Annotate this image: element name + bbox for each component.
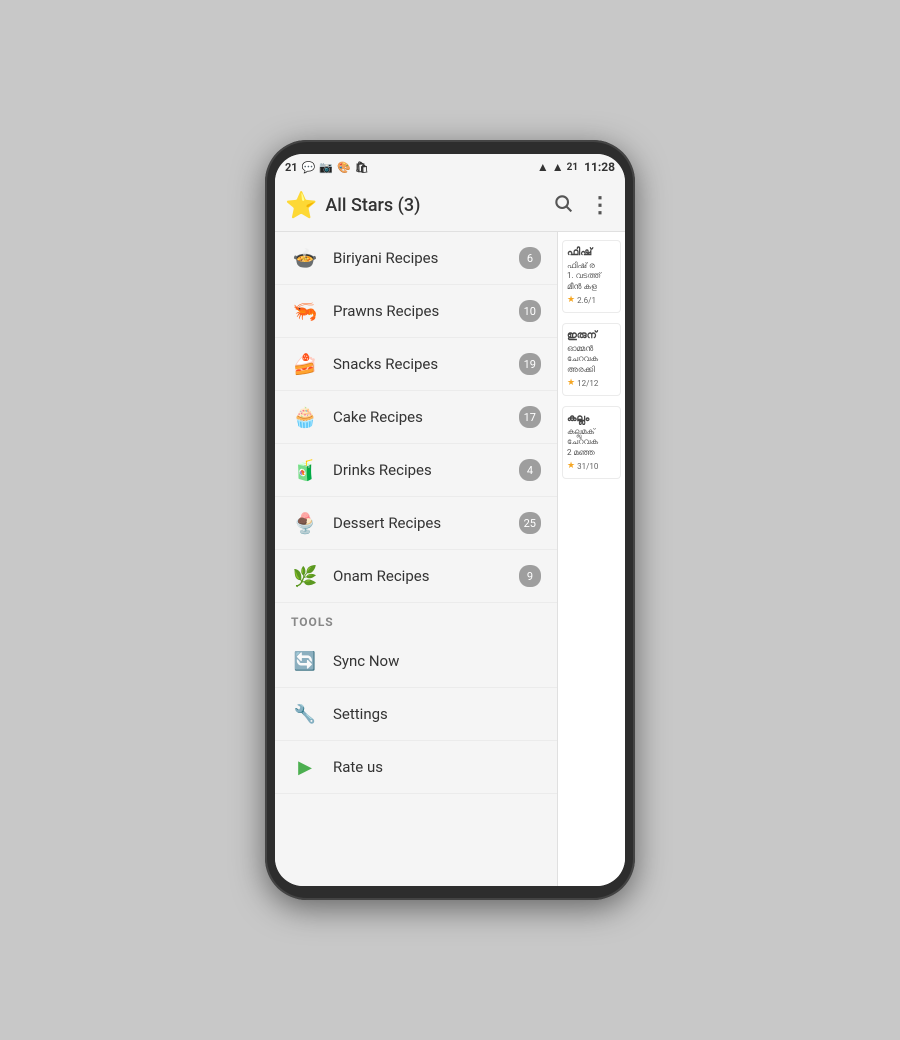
menu-item-settings[interactable]: 🔧 Settings	[275, 688, 557, 741]
drinks-icon: 🧃	[291, 456, 319, 484]
menu-item-sync[interactable]: 🔄 Sync Now	[275, 635, 557, 688]
cake-icon: 🧁	[291, 403, 319, 431]
app-bar: ⭐ All Stars (3) ⋮	[275, 180, 625, 232]
phone-device: 21 💬 📷 🎨 🛍 ▲ ▲ 21 11:28 ⭐ All Stars (3)	[265, 140, 635, 900]
side-card-2-text: ഓമ്മൻചേറവകഅരക്കി	[567, 344, 616, 375]
play-icon: ▶	[291, 753, 319, 781]
star-rating-icon-2: ★	[567, 378, 575, 390]
side-card-1-text: ഫിഷ് ര1. വടത്ത്മീൻ കള	[567, 261, 616, 292]
menu-item-prawns[interactable]: 🦐 Prawns Recipes 10	[275, 285, 557, 338]
side-card-2-rating: ★ 12/12	[567, 378, 616, 390]
rating-value-2: 12/12	[577, 379, 598, 389]
menu-item-snacks[interactable]: 🍰 Snacks Recipes 19	[275, 338, 557, 391]
drinks-badge: 4	[519, 459, 541, 481]
prawns-icon: 🦐	[291, 297, 319, 325]
star-rating-icon-3: ★	[567, 461, 575, 473]
snacks-label: Snacks Recipes	[333, 355, 519, 373]
settings-label: Settings	[333, 705, 541, 723]
cake-label: Cake Recipes	[333, 408, 519, 426]
drinks-label: Drinks Recipes	[333, 461, 519, 479]
whatsapp-icon: 💬	[302, 161, 316, 174]
cake-badge: 17	[519, 406, 541, 428]
wifi-icon: ▲	[537, 160, 549, 174]
app-bar-title: All Stars (3)	[325, 195, 541, 216]
dessert-icon: 🍨	[291, 509, 319, 537]
screenshot-icon: 📷	[319, 161, 333, 174]
status-right-icons: ▲ ▲ 21 11:28	[537, 160, 615, 174]
menu-item-dessert[interactable]: 🍨 Dessert Recipes 25	[275, 497, 557, 550]
onam-icon: 🌿	[291, 562, 319, 590]
paint-icon: 🎨	[337, 161, 351, 174]
status-bar: 21 💬 📷 🎨 🛍 ▲ ▲ 21 11:28	[275, 154, 625, 180]
prawns-label: Prawns Recipes	[333, 302, 519, 320]
menu-item-cake[interactable]: 🧁 Cake Recipes 17	[275, 391, 557, 444]
tools-header: TOOLS	[275, 603, 557, 635]
biriyani-label: Biriyani Recipes	[333, 249, 519, 267]
biriyani-icon: 🍲	[291, 244, 319, 272]
menu-item-rate[interactable]: ▶ Rate us	[275, 741, 557, 794]
rating-value-3: 31/10	[577, 462, 598, 472]
side-card-2[interactable]: ഇരുന് ഓമ്മൻചേറവകഅരക്കി ★ 12/12	[562, 323, 621, 396]
menu-item-onam[interactable]: 🌿 Onam Recipes 9	[275, 550, 557, 603]
side-card-3-text: കല്ലുമക്ചേറവക2 മഞ്ഞ	[567, 427, 616, 458]
side-card-1[interactable]: ഫിഷ് ഫിഷ് ര1. വടത്ത്മീൻ കള ★ 2.6/1	[562, 240, 621, 313]
menu-item-drinks[interactable]: 🧃 Drinks Recipes 4	[275, 444, 557, 497]
sync-label: Sync Now	[333, 652, 541, 670]
battery-num: 21	[567, 162, 578, 173]
more-options-button[interactable]: ⋮	[585, 191, 615, 221]
rating-value: 2.6/1	[577, 296, 596, 306]
notification-count: 21	[285, 161, 298, 174]
status-left-icons: 21 💬 📷 🎨 🛍	[285, 161, 369, 174]
phone-screen: 21 💬 📷 🎨 🛍 ▲ ▲ 21 11:28 ⭐ All Stars (3)	[275, 154, 625, 886]
sync-icon: 🔄	[291, 647, 319, 675]
dessert-badge: 25	[519, 512, 541, 534]
star-rating-icon: ★	[567, 295, 575, 307]
star-icon: ⭐	[285, 191, 317, 221]
side-card-1-rating: ★ 2.6/1	[567, 295, 616, 307]
side-card-1-title: ഫിഷ്	[567, 246, 616, 259]
signal-icon: ▲	[552, 160, 564, 174]
side-card-3[interactable]: കല്ലും കല്ലുമക്ചേറവക2 മഞ്ഞ ★ 31/10	[562, 406, 621, 479]
snacks-badge: 19	[519, 353, 541, 375]
menu-item-biriyani[interactable]: 🍲 Biriyani Recipes 6	[275, 232, 557, 285]
side-card-3-title: കല്ലും	[567, 412, 616, 425]
snacks-icon: 🍰	[291, 350, 319, 378]
clock: 11:28	[584, 160, 615, 174]
side-card-3-rating: ★ 31/10	[567, 461, 616, 473]
side-panel: ഫിഷ് ഫിഷ് ര1. വടത്ത്മീൻ കള ★ 2.6/1 ഇരുന്…	[557, 232, 625, 886]
content-area: 🍲 Biriyani Recipes 6 🦐 Prawns Recipes 10…	[275, 232, 625, 886]
dessert-label: Dessert Recipes	[333, 514, 519, 532]
settings-icon: 🔧	[291, 700, 319, 728]
prawns-badge: 10	[519, 300, 541, 322]
main-menu: 🍲 Biriyani Recipes 6 🦐 Prawns Recipes 10…	[275, 232, 557, 886]
rate-label: Rate us	[333, 758, 541, 776]
onam-badge: 9	[519, 565, 541, 587]
onam-label: Onam Recipes	[333, 567, 519, 585]
bag-icon: 🛍	[355, 161, 369, 174]
search-button[interactable]	[549, 189, 577, 222]
side-card-2-title: ഇരുന്	[567, 329, 616, 342]
biriyani-badge: 6	[519, 247, 541, 269]
